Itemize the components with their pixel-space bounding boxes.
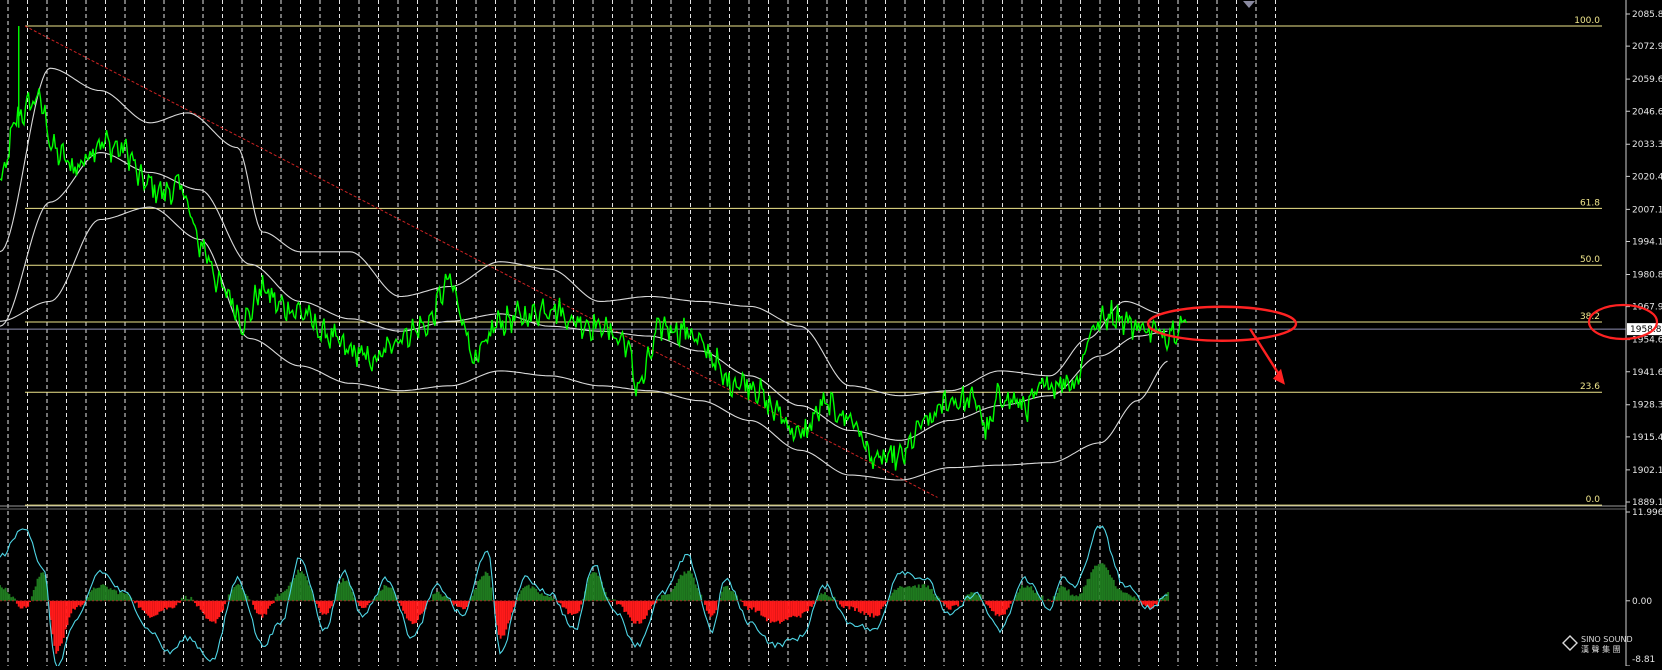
osc-tick-label: 11.996 <box>1632 508 1662 518</box>
chart-window: 100.061.850.038.223.60.0 2085.852072.902… <box>0 0 1662 670</box>
price-tick-label: 2046.65 <box>1632 107 1662 117</box>
price-tick-label: 2059.60 <box>1632 75 1662 85</box>
logo-subtitle: 漢 聲 集 團 <box>1581 644 1621 654</box>
price-tick-label: 1889.15 <box>1632 498 1662 508</box>
bands-upper-line <box>0 67 1163 397</box>
price-tick-label: 2033.35 <box>1632 140 1662 150</box>
highlight-ellipse <box>1146 305 1298 342</box>
down-arrow-icon <box>1273 368 1285 385</box>
sino-sound-logo: SINO SOUND 漢 聲 集 團 <box>1562 635 1633 654</box>
price-tick-label: 1902.10 <box>1632 466 1662 476</box>
chart-canvas: 100.061.850.038.223.60.0 2085.852072.902… <box>0 0 1662 670</box>
price-tick-label: 2007.10 <box>1632 205 1662 215</box>
fib-level-label: 100.0 <box>1574 16 1600 26</box>
signal-line <box>0 525 1168 670</box>
annotations <box>1146 1 1659 385</box>
price-tick-label: 1980.85 <box>1632 270 1662 280</box>
price-tick-label: 1928.35 <box>1632 401 1662 411</box>
bands-lower-line <box>0 206 1168 481</box>
osc-tick-label: 0.00 <box>1632 597 1652 607</box>
price-tick-label: 1915.40 <box>1632 433 1662 443</box>
price-panel: 100.061.850.038.223.60.0 <box>0 16 1626 510</box>
fib-level-label: 23.6 <box>1580 382 1600 392</box>
price-tick-label: 1994.15 <box>1632 238 1662 248</box>
fib-level-label: 0.0 <box>1586 495 1601 505</box>
trend-line <box>24 25 938 498</box>
shift-marker-icon <box>1243 1 1255 8</box>
fib-level-label: 61.8 <box>1580 198 1600 208</box>
logo-diamond-icon <box>1562 635 1578 651</box>
osc-tick-label: -8.81 <box>1632 655 1655 665</box>
price-tick-label: 2072.90 <box>1632 42 1662 52</box>
logo-title: SINO SOUND <box>1581 635 1633 644</box>
price-axis[interactable]: 2085.85 2072.90 2059.60 2046.65 2033.35 2020.… <box>1625 0 1662 667</box>
vertical-grid <box>7 0 1276 666</box>
price-tick-label: 2085.85 <box>1632 10 1662 20</box>
oscillator-panel <box>0 525 1170 670</box>
price-tick-label: 1941.65 <box>1632 368 1662 378</box>
price-tick-label: 2020.40 <box>1632 172 1662 182</box>
fib-level-label: 50.0 <box>1580 255 1600 265</box>
bands-middle-line <box>0 152 1168 441</box>
